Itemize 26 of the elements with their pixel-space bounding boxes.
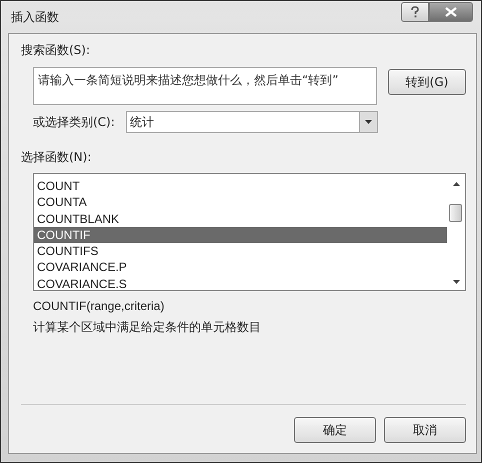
help-button[interactable] <box>401 2 429 22</box>
scroll-down-icon <box>452 280 460 284</box>
help-icon <box>410 6 420 18</box>
functions-label: 选择函数(N): <box>21 149 92 166</box>
function-item[interactable]: COUNTA <box>34 194 447 211</box>
go-button[interactable]: 转到(G) <box>388 69 466 95</box>
window-title: 插入函数 <box>11 8 59 26</box>
category-dropdown[interactable]: 统计 <box>126 111 378 133</box>
function-signature: COUNTIF(range,criteria) <box>33 299 166 313</box>
function-item[interactable]: COVARIANCE.S <box>34 276 447 292</box>
function-item[interactable]: COVARIANCE.P <box>34 259 447 276</box>
scroll-up-icon <box>452 182 460 186</box>
dropdown-arrow-icon <box>365 120 372 124</box>
category-label: 或选择类别(C): <box>33 114 116 130</box>
close-button[interactable] <box>429 2 473 22</box>
search-field[interactable]: 请输入一条简短说明来描述您想做什么，然后单击“转到” <box>33 67 377 105</box>
function-item[interactable]: COUNTIFS <box>34 243 447 260</box>
dialog-button[interactable]: 取消 <box>384 417 466 443</box>
close-icon <box>445 7 457 17</box>
dialog-button[interactable]: 确定 <box>294 417 376 443</box>
search-label: 搜索函数(S): <box>21 42 92 59</box>
function-description: 计算某个区域中满足给定条件的单元格数目 <box>33 319 262 336</box>
function-item[interactable]: COUNTIF <box>34 226 447 244</box>
function-item[interactable]: COUNT <box>34 178 447 194</box>
function-item[interactable]: COUNTBLANK <box>34 210 447 227</box>
scrollbar-thumb[interactable] <box>449 204 462 222</box>
